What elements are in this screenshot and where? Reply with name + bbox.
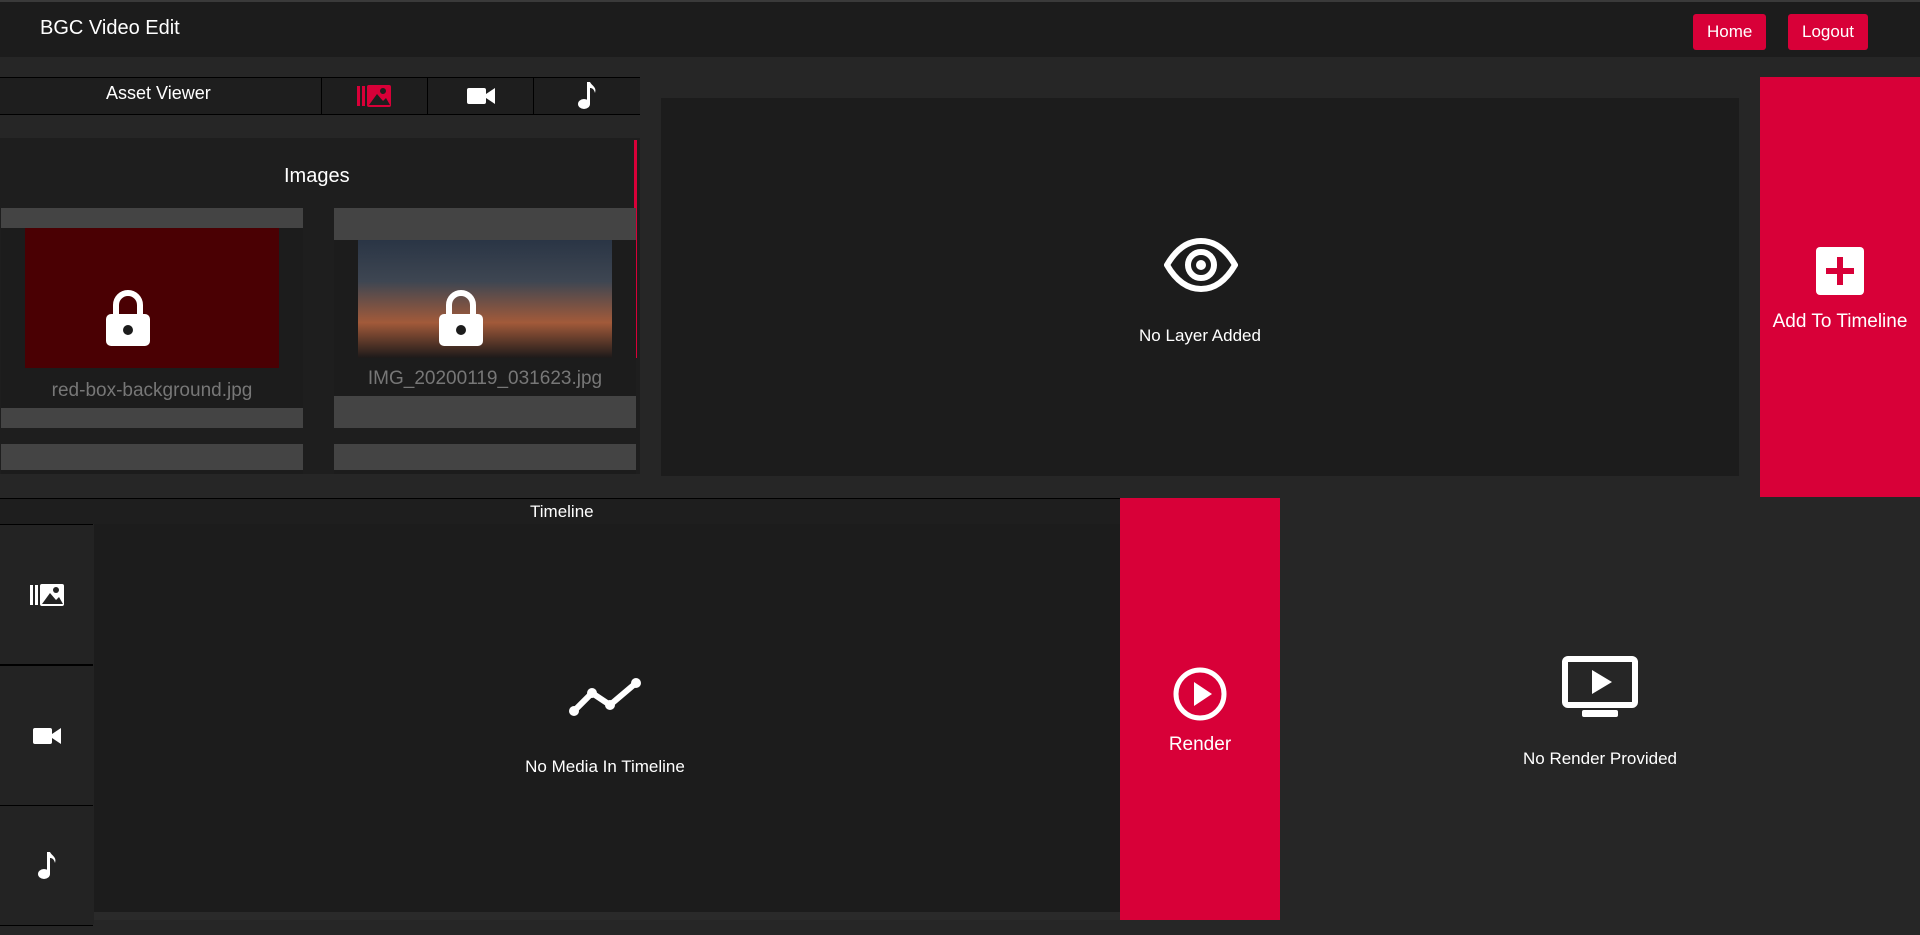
card-top-bar (334, 208, 636, 240)
track-images[interactable] (0, 524, 93, 665)
play-circle-icon (1173, 667, 1227, 721)
timeline-scrollbar[interactable] (94, 912, 1120, 920)
asset-viewer-header: Asset Viewer (0, 77, 640, 115)
asset-card[interactable]: red-box-background.jpg (1, 208, 303, 428)
images-icon (357, 85, 391, 107)
video-camera-icon (467, 88, 495, 104)
add-to-timeline-button[interactable]: Add To Timeline (1760, 77, 1920, 497)
app-title: BGC Video Edit (40, 17, 180, 39)
no-render-text: No Render Provided (1522, 749, 1678, 768)
asset-viewer-title: Asset Viewer (106, 83, 211, 103)
render-button[interactable]: Render (1120, 498, 1280, 920)
asset-card[interactable] (334, 444, 636, 474)
asset-name: red-box-background.jpg (51, 380, 253, 401)
timeline-title: Timeline (530, 502, 594, 521)
monitor-play-icon (1562, 656, 1638, 717)
logout-button[interactable]: Logout (1788, 14, 1868, 50)
card-top-bar (1, 444, 303, 470)
no-media-text: No Media In Timeline (525, 757, 685, 776)
track-audio[interactable] (0, 805, 93, 926)
eye-icon (1164, 238, 1238, 292)
card-top-bar (1, 208, 303, 228)
home-button[interactable]: Home (1693, 14, 1767, 50)
timeline-track-sidebar (0, 524, 94, 926)
asset-card[interactable]: IMG_20200119_031623.jpg (334, 208, 636, 428)
add-to-timeline-label: Add To Timeline (1772, 311, 1908, 332)
asset-thumbnail (358, 240, 612, 358)
asset-name: IMG_20200119_031623.jpg (367, 368, 603, 389)
track-videos[interactable] (0, 665, 93, 806)
card-bottom-bar (334, 396, 636, 428)
music-note-icon (578, 82, 596, 109)
asset-panel[interactable]: Images red-box-background.jpg IMG_202001… (0, 138, 640, 474)
tab-videos[interactable] (427, 78, 534, 114)
card-bottom-bar (1, 408, 303, 428)
tab-audio[interactable] (533, 78, 640, 114)
images-heading: Images (284, 165, 350, 187)
timeline-header: Timeline (0, 498, 1120, 524)
render-label: Render (1168, 734, 1232, 755)
images-icon (29, 583, 64, 606)
lock-icon (106, 290, 150, 346)
lock-icon (439, 290, 483, 346)
video-camera-icon (32, 727, 61, 744)
tab-images[interactable] (321, 78, 428, 114)
top-bar: BGC Video Edit Home Logout (0, 0, 1920, 57)
line-chart-icon (569, 678, 641, 716)
music-note-icon (37, 851, 55, 879)
plus-square-icon (1816, 247, 1864, 295)
asset-thumbnail (25, 228, 279, 368)
card-top-bar (334, 444, 636, 470)
asset-card[interactable] (1, 444, 303, 474)
timeline-area[interactable] (94, 524, 1120, 912)
no-layer-text: No Layer Added (1139, 326, 1261, 345)
